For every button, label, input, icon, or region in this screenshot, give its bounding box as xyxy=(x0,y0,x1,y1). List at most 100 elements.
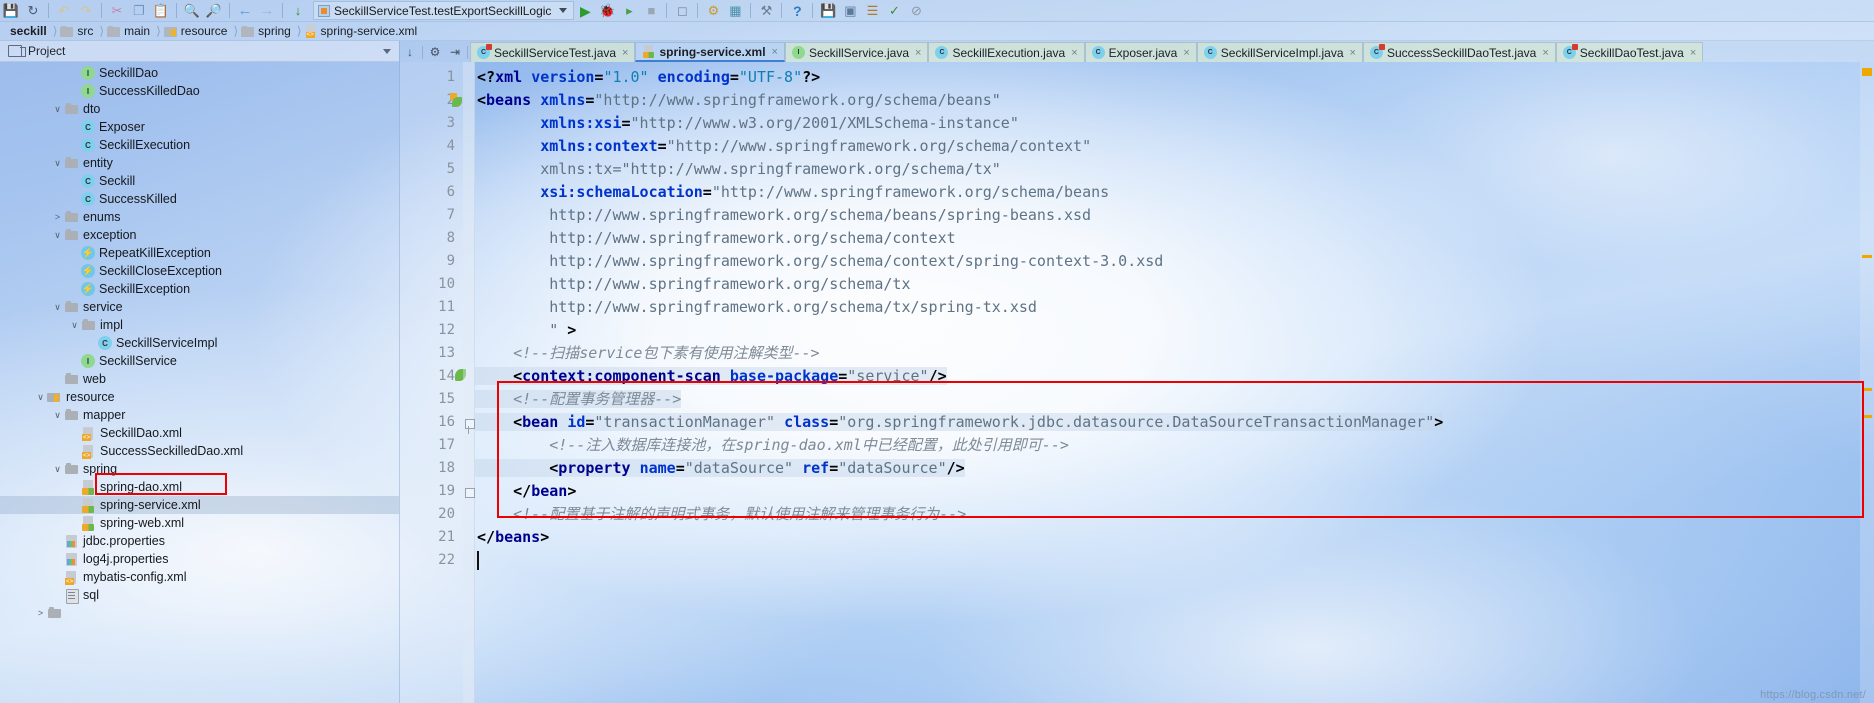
debug-icon[interactable]: 🐞 xyxy=(596,1,618,21)
editor-marker-gutter[interactable] xyxy=(1860,62,1874,703)
sdk-icon[interactable]: ⚒ xyxy=(755,1,777,21)
sort-icon[interactable]: ↓ xyxy=(287,1,309,21)
tree-item-seckillservice[interactable]: I SeckillService xyxy=(0,352,399,370)
check-icon[interactable]: ✓ xyxy=(883,1,905,21)
close-icon[interactable]: × xyxy=(622,47,628,59)
expand-all-icon[interactable]: ↓ xyxy=(400,42,420,62)
tab-seckillservice-java[interactable]: I SeckillService.java × xyxy=(784,42,929,62)
forward-icon[interactable]: → xyxy=(256,1,278,21)
code-line[interactable]: <beans xmlns="http://www.springframework… xyxy=(475,89,1001,112)
tree-item-seckilldao-xml[interactable]: SeckillDao.xml xyxy=(0,424,399,442)
code-fold-bottom-icon[interactable] xyxy=(464,480,475,503)
tree-item-seckillcloseexception[interactable]: ⚡ SeckillCloseException xyxy=(0,262,399,280)
code-line[interactable]: </beans> xyxy=(475,526,549,549)
code-line[interactable]: <!--配置事务管理器--> xyxy=(475,388,682,411)
tree-item-log4j-properties[interactable]: log4j.properties xyxy=(0,550,399,568)
tree-item-dto[interactable]: ∨ dto xyxy=(0,100,399,118)
tab-spring-service-xml[interactable]: spring-service.xml × xyxy=(635,42,785,62)
run-configuration-selector[interactable]: SeckillServiceTest.testExportSeckillLogi… xyxy=(313,1,575,20)
save-all-icon[interactable]: 💾 xyxy=(0,1,22,21)
project-structure-icon[interactable]: ⚙ xyxy=(702,1,724,21)
tree-item-successseckilleddao-xml[interactable]: SuccessSeckilledDao.xml xyxy=(0,442,399,460)
terminal-icon[interactable]: ▣ xyxy=(839,1,861,21)
code-line[interactable]: http://www.springframework.org/schema/tx xyxy=(475,273,910,296)
marker-stripe[interactable] xyxy=(1862,415,1872,418)
breadcrumb-item-src[interactable]: src xyxy=(58,24,98,38)
chevron-down-icon[interactable] xyxy=(559,8,568,13)
tree-item-impl[interactable]: ∨ impl xyxy=(0,316,399,334)
chevron-down-icon[interactable]: ∨ xyxy=(51,230,64,241)
back-icon[interactable]: ← xyxy=(234,1,256,21)
code-line[interactable]: <!--注入数据库连接池，在spring-dao.xml中已经配置，此处引用即可… xyxy=(475,434,1069,457)
code-line[interactable]: <property name="dataSource" ref="dataSou… xyxy=(475,457,965,480)
close-icon[interactable]: × xyxy=(1183,47,1189,59)
breadcrumb-item-main[interactable]: main xyxy=(105,24,155,38)
code-area[interactable]: <?xml version="1.0" encoding="UTF-8"?> <b… xyxy=(475,62,1874,703)
tree-item-entity[interactable]: ∨ entity xyxy=(0,154,399,172)
tree-item-resource[interactable]: ∨ resource xyxy=(0,388,399,406)
code-line[interactable]: http://www.springframework.org/schema/co… xyxy=(475,250,1163,273)
chevron-down-icon[interactable]: ∨ xyxy=(51,464,64,475)
code-line[interactable]: <bean id="transactionManager" class="org… xyxy=(475,411,1444,434)
chevron-down-icon[interactable]: ∨ xyxy=(34,392,47,403)
open-module-settings-icon[interactable]: ◻ xyxy=(671,1,693,21)
project-panel-header[interactable]: Project xyxy=(0,41,399,62)
close-icon[interactable]: × xyxy=(1542,47,1548,59)
code-line[interactable]: " > xyxy=(475,319,576,342)
tree-item-mapper[interactable]: ∨ mapper xyxy=(0,406,399,424)
database-icon[interactable]: ☰ xyxy=(861,1,883,21)
code-line[interactable]: http://www.springframework.org/schema/co… xyxy=(475,227,955,250)
code-line[interactable]: <context:component-scan base-package="se… xyxy=(475,365,947,388)
sync-icon[interactable]: ↻ xyxy=(22,1,44,21)
chevron-down-icon[interactable] xyxy=(383,48,391,54)
paste-icon[interactable]: 📋 xyxy=(150,1,172,21)
close-icon[interactable]: × xyxy=(772,46,778,58)
breadcrumb-item-spring[interactable]: spring xyxy=(239,24,296,38)
tree-item-spring-web-xml[interactable]: spring-web.xml xyxy=(0,514,399,532)
maven-icon[interactable]: 💾 xyxy=(817,1,839,21)
code-line[interactable]: xmlns:xsi="http://www.w3.org/2001/XMLSch… xyxy=(475,112,1019,135)
breadcrumb-item-project[interactable]: seckill xyxy=(6,24,52,38)
tree-item[interactable]: > xyxy=(0,604,399,622)
close-icon[interactable]: × xyxy=(1690,47,1696,59)
chevron-down-icon[interactable]: ∨ xyxy=(51,104,64,115)
code-line[interactable]: xsi:schemaLocation="http://www.springfra… xyxy=(475,181,1109,204)
tree-item-seckilldao[interactable]: I SeckillDao xyxy=(0,64,399,82)
code-line[interactable]: <!--扫描service包下素有使用注解类型--> xyxy=(475,342,819,365)
tree-item-successkilleddao[interactable]: I SuccessKilledDao xyxy=(0,82,399,100)
tree-item-web[interactable]: web xyxy=(0,370,399,388)
run-coverage-icon[interactable]: ▸ xyxy=(618,1,640,21)
find-icon[interactable]: 🔍 xyxy=(181,1,203,21)
tree-item-exception[interactable]: ∨ exception xyxy=(0,226,399,244)
tree-item-sql[interactable]: sql xyxy=(0,586,399,604)
replace-icon[interactable]: 🔎 xyxy=(203,1,225,21)
cut-icon[interactable]: ✂ xyxy=(106,1,128,21)
tab-seckilldaotest-java[interactable]: C SeckillDaoTest.java × xyxy=(1555,42,1704,62)
tree-item-spring[interactable]: ∨ spring xyxy=(0,460,399,478)
editor-fold-strip[interactable] xyxy=(463,62,475,703)
scroll-from-source-icon[interactable]: ⇥ xyxy=(445,42,465,62)
marker-stripe[interactable] xyxy=(1862,388,1872,391)
code-editor[interactable]: 1 2 3 4 5 6 7 8 9 10 11 12 13 14 15 16 17 18 19 20 21 22 <?xm… xyxy=(400,62,1874,703)
layout-icon[interactable]: ▦ xyxy=(724,1,746,21)
tree-item-service[interactable]: ∨ service xyxy=(0,298,399,316)
code-fold-top-icon[interactable] xyxy=(464,411,475,434)
code-line[interactable]: </bean> xyxy=(475,480,576,503)
chevron-down-icon[interactable]: ∨ xyxy=(51,158,64,169)
tab-seckillserviceimpl-java[interactable]: C SeckillServiceImpl.java × xyxy=(1196,42,1363,62)
tab-exposer-java[interactable]: C Exposer.java × xyxy=(1084,42,1197,62)
tree-item-exposer[interactable]: C Exposer xyxy=(0,118,399,136)
tab-seckillexecution-java[interactable]: C SeckillExecution.java × xyxy=(928,42,1085,62)
chevron-down-icon[interactable]: ∨ xyxy=(51,302,64,313)
code-line[interactable]: http://www.springframework.org/schema/be… xyxy=(475,204,1091,227)
chevron-down-icon[interactable]: ∨ xyxy=(68,320,81,331)
code-line[interactable]: xmlns:tx="http://www.springframework.org… xyxy=(475,158,1001,181)
tree-item-spring-service-xml[interactable]: spring-service.xml xyxy=(0,496,399,514)
stop-icon[interactable]: ■ xyxy=(640,1,662,21)
code-line[interactable]: xmlns:context="http://www.springframewor… xyxy=(475,135,1091,158)
close-icon[interactable]: × xyxy=(915,47,921,59)
copy-icon[interactable]: ❐ xyxy=(128,1,150,21)
breadcrumb-item-resource[interactable]: resource xyxy=(162,24,233,38)
code-line[interactable]: <?xml version="1.0" encoding="UTF-8"?> xyxy=(475,66,820,89)
tree-item-seckillserviceimpl[interactable]: C SeckillServiceImpl xyxy=(0,334,399,352)
